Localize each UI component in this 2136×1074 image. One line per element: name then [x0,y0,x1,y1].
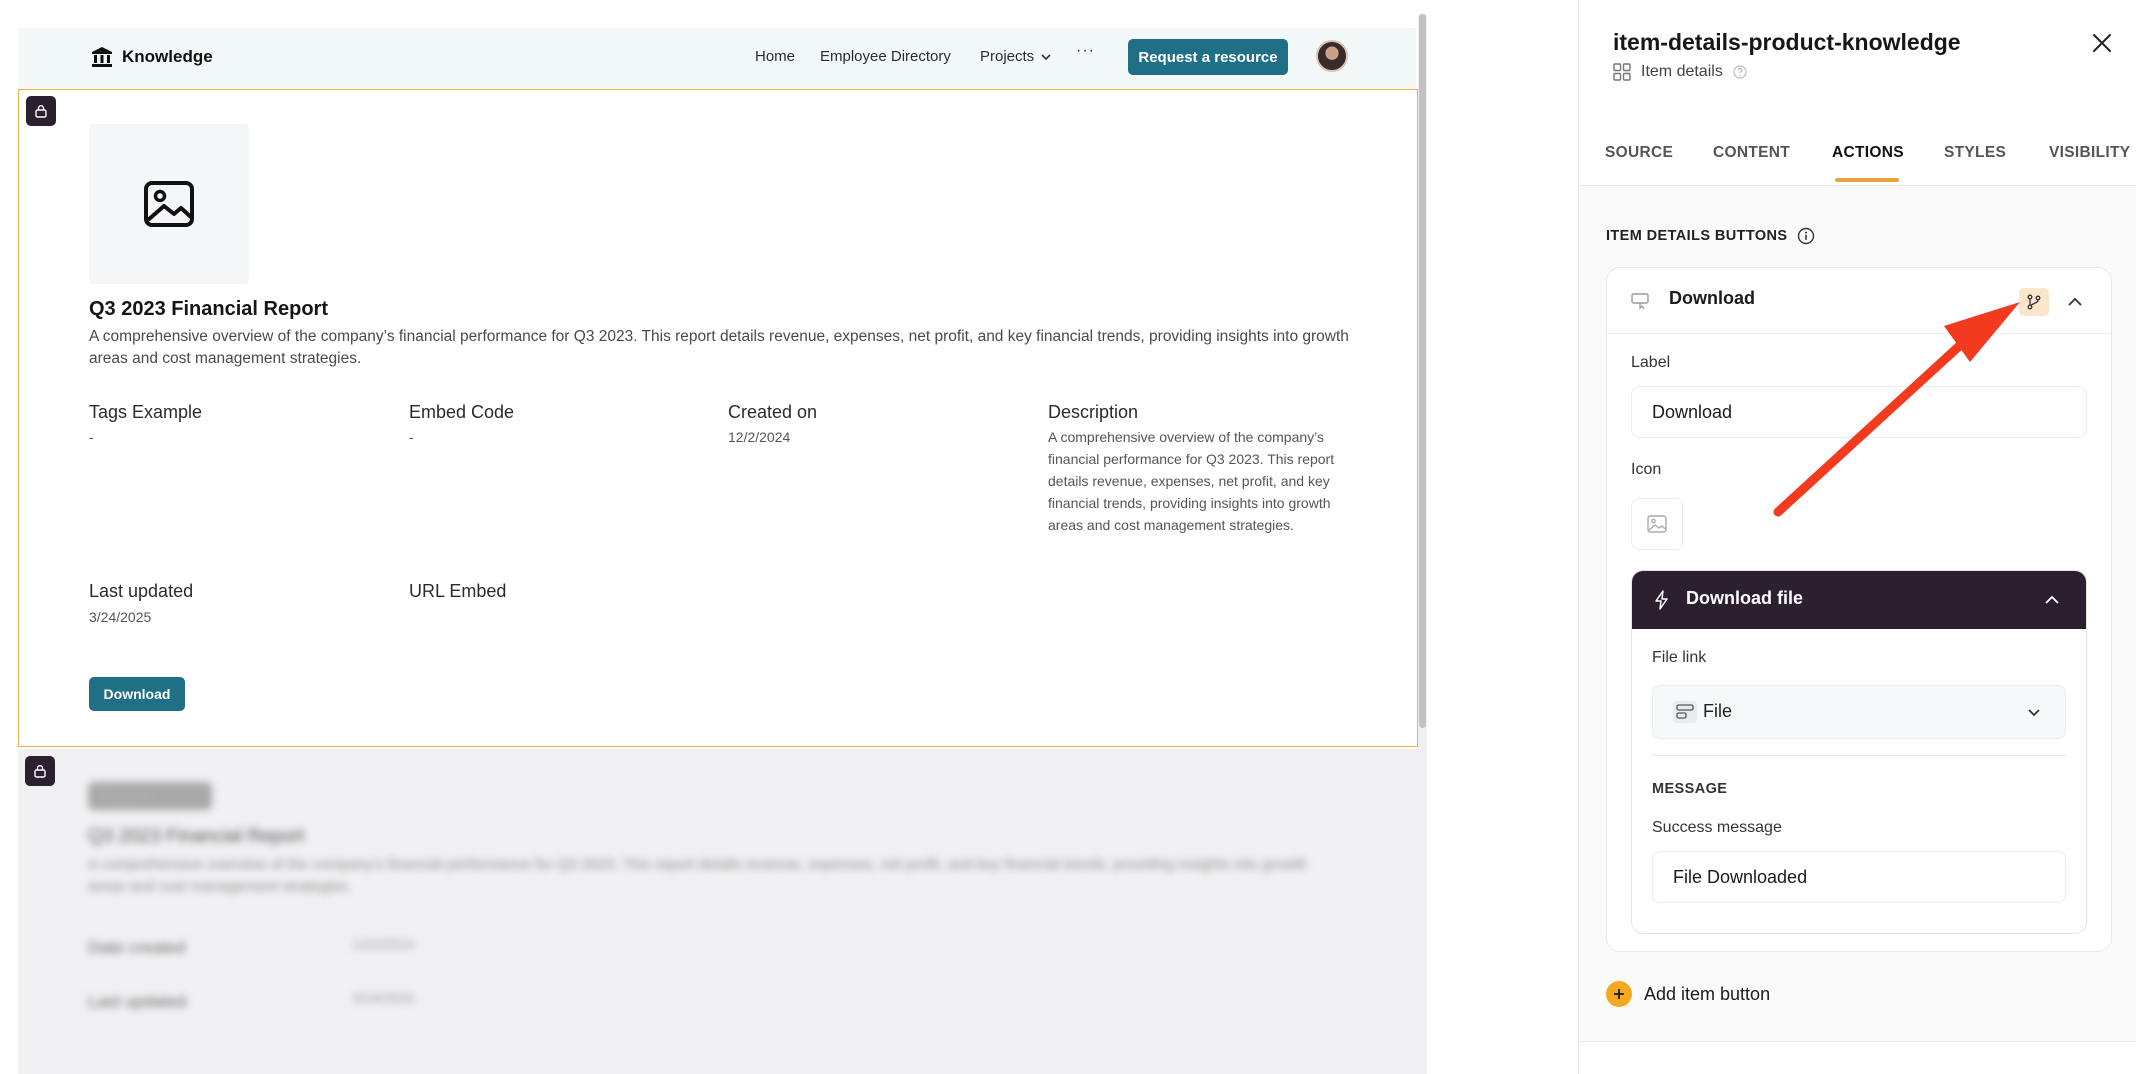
description-value: A comprehensive overview of the company’… [1048,429,1335,533]
nav-projects-dropdown[interactable]: Projects [980,48,1052,65]
lock-badge[interactable] [25,756,55,786]
tab-visibility[interactable]: VISIBILITY [2049,144,2130,162]
request-resource-button[interactable]: Request a resource [1128,39,1288,75]
item-title: Q3 2023 Financial Report [89,298,328,320]
action-title: Download file [1686,588,1803,608]
close-panel-button[interactable] [2087,28,2117,58]
label-input[interactable]: Download [1631,386,2087,438]
file-link-select[interactable]: File [1652,685,2066,739]
section-heading-text: ITEM DETAILS BUTTONS [1606,228,1788,244]
nav-employee-directory-link[interactable]: Employee Directory [820,48,951,65]
bank-icon [90,45,114,69]
tab-actions[interactable]: ACTIONS [1832,144,1904,162]
section-divider [1652,755,2066,756]
canvas-preview: Knowledge Home Employee Directory Projec… [0,0,1430,1074]
button-card-header[interactable]: Download [1607,268,2111,334]
info-icon[interactable] [1797,227,1815,245]
message-heading: MESSAGE [1652,781,1728,797]
description-label: Description [1048,402,1139,422]
tags-value: - [89,429,94,445]
tags-label: Tags Example [89,402,203,422]
plus-icon [1606,981,1632,1007]
tab-styles[interactable]: STYLES [1944,144,2006,162]
download-file-action-card: Download file File link File MESSAGE Suc… [1631,570,2087,934]
success-message-input[interactable]: File Downloaded [1652,851,2066,903]
blurred-title: Q3 2023 Financial Report [88,826,305,847]
git-branch-icon [2026,294,2042,310]
success-message-label: Success message [1652,819,1782,836]
blurred-row2-label: Last updated [88,992,187,1011]
selected-item-details-block[interactable]: Q3 2023 Financial Report A comprehensive… [18,89,1418,747]
icon-field-label: Icon [1631,461,1662,478]
icon-picker[interactable] [1631,498,1683,550]
blurred-row1-label: Date created [88,938,186,957]
blurred-item-block[interactable]: Featured Q3 2023 Financial Report A comp… [18,749,1418,1074]
item-description: A comprehensive overview of the company’… [89,328,1349,367]
file-source-icon [1673,701,1697,723]
tab-content[interactable]: CONTENT [1713,144,1790,162]
site-logo-text: Knowledge [122,47,213,66]
url-embed-label: URL Embed [409,581,507,601]
blurred-row1-value: 12/2/2024 [352,936,415,952]
nav-home-link[interactable]: Home [755,48,795,65]
lightning-icon [1654,590,1670,610]
grid-icon [1613,63,1631,81]
item-image-placeholder [89,124,249,284]
image-icon [1647,515,1667,533]
nav-projects-label: Projects [980,48,1035,65]
blurred-row2-value: 3/24/2025 [352,990,415,1006]
action-header[interactable]: Download file [1632,571,2086,629]
last-updated-value: 3/24/2025 [89,609,152,625]
lock-icon [34,104,48,118]
button-card-title: Download [1669,288,1755,308]
user-avatar[interactable] [1316,40,1348,72]
nav-more-menu[interactable]: ··· [1076,42,1095,60]
blurred-description: A comprehensive overview of the company'… [88,856,1308,895]
active-tab-indicator [1835,178,1899,182]
chevron-down-icon [1040,51,1052,63]
close-icon [2091,32,2113,54]
download-button-config-card: Download Label Download Icon Download fi… [1606,267,2112,952]
section-heading: ITEM DETAILS BUTTONS [1606,227,1815,245]
panel-subtitle: Item details [1613,63,1747,81]
panel-title: item-details-product-knowledge [1613,29,1961,55]
add-item-button[interactable]: Add item button [1606,981,1770,1007]
chevron-up-icon[interactable] [2044,595,2060,605]
lock-icon [33,764,47,778]
blurred-badge: Featured [88,782,212,810]
panel-subtitle-text: Item details [1641,63,1723,80]
tab-source[interactable]: SOURCE [1605,144,1673,162]
lock-badge[interactable] [26,96,56,126]
embed-code-label: Embed Code [409,402,515,422]
panel-body: ITEM DETAILS BUTTONS Download Label Down… [1579,187,2136,1042]
created-on-value: 12/2/2024 [728,429,791,445]
embed-code-value: - [409,429,414,445]
file-link-label: File link [1652,649,1707,666]
image-icon [143,180,195,228]
chevron-down-icon [2027,708,2041,718]
created-on-label: Created on [728,402,818,422]
download-button[interactable]: Download [89,677,185,711]
top-navigation: Knowledge Home Employee Directory Projec… [18,28,1416,90]
help-circle-icon[interactable] [1733,65,1747,79]
panel-tabs: SOURCE CONTENT ACTIONS STYLES VISIBILITY [1579,130,2136,186]
add-item-label: Add item button [1644,983,1771,1004]
workflow-branch-button[interactable] [2019,288,2049,316]
file-link-value: File [1703,701,1733,721]
last-updated-label: Last updated [89,581,194,601]
canvas-scrollbar-thumb[interactable] [1419,14,1426,728]
label-field-label: Label [1631,354,1671,371]
site-logo[interactable]: Knowledge [90,45,213,69]
drag-handle-icon[interactable] [1631,292,1651,310]
collapse-card-button[interactable] [2062,289,2088,315]
settings-panel: item-details-product-knowledge Item deta… [1578,0,2136,1074]
chevron-up-icon [2067,297,2083,307]
